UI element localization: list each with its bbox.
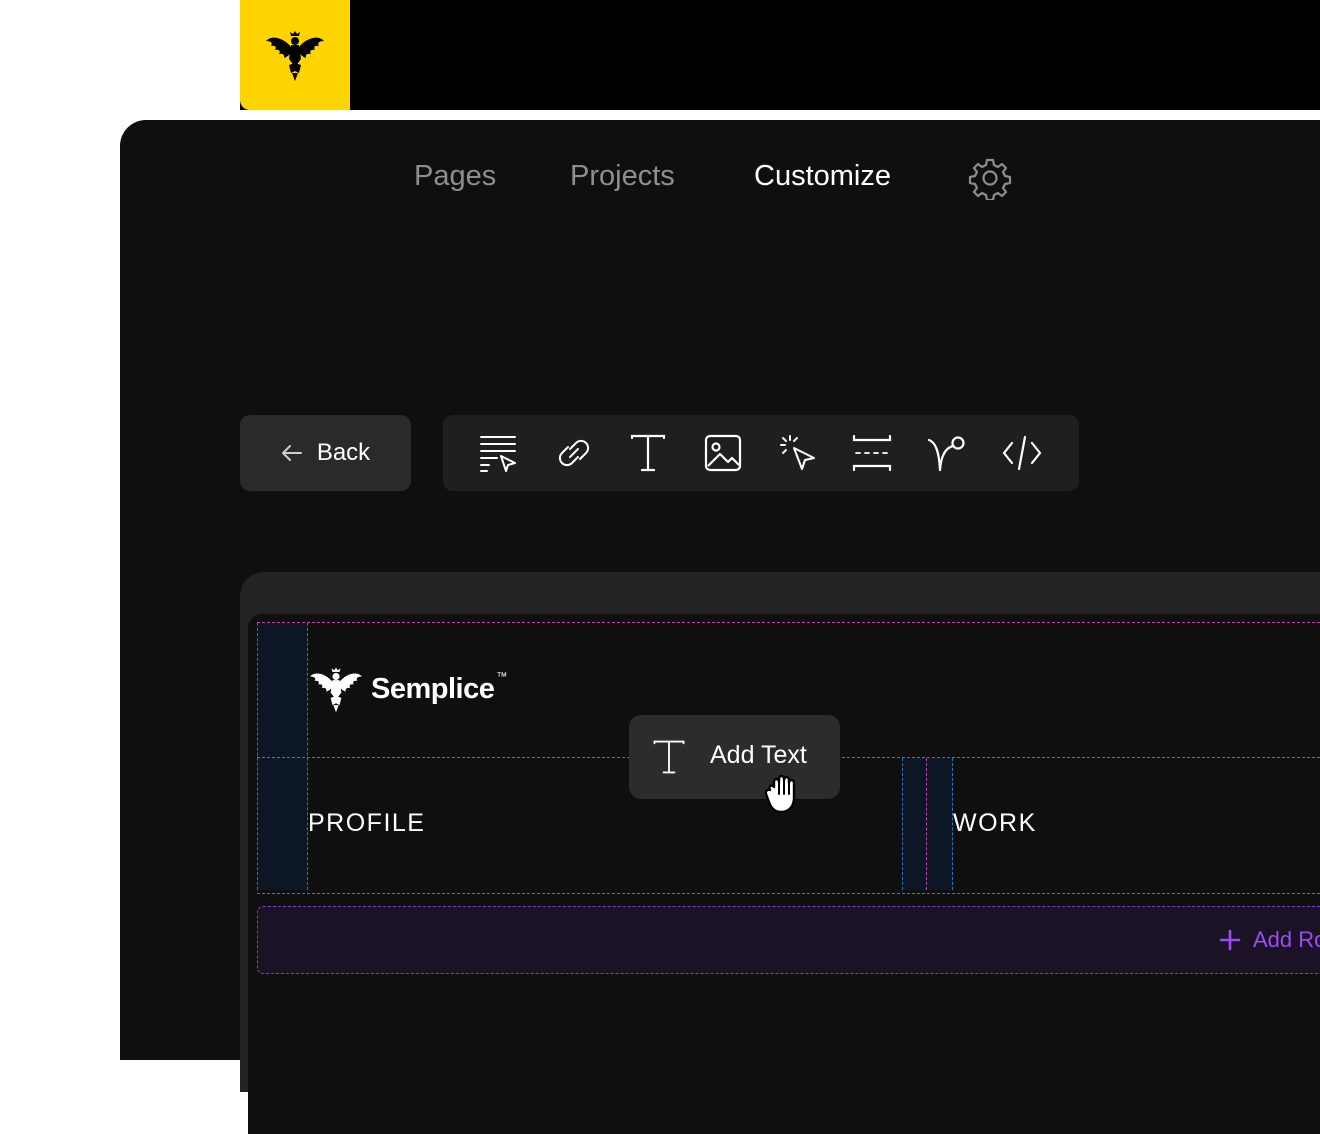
text-icon [653, 740, 685, 774]
add-text-draggable[interactable]: Add Text [629, 715, 840, 799]
menu-item-work[interactable]: WORK [953, 809, 1037, 838]
grab-hand-cursor-icon [764, 774, 796, 814]
back-button[interactable]: Back [240, 415, 411, 491]
text-editor-icon [480, 436, 516, 472]
block-toolbar [443, 415, 1079, 491]
gear-icon [968, 158, 1012, 202]
back-label: Back [316, 439, 371, 466]
tool-code[interactable] [1000, 432, 1044, 474]
arrow-left-icon [281, 445, 302, 461]
add-row-button[interactable]: Add Row [257, 906, 1320, 974]
code-icon [1002, 435, 1042, 471]
tool-branch[interactable] [925, 432, 969, 474]
eagle-logo-icon [310, 667, 362, 713]
link-icon [558, 439, 590, 467]
tool-spacer[interactable] [850, 432, 894, 474]
eagle-logo-icon [266, 31, 324, 81]
cursor-click-icon [780, 435, 815, 470]
brand-name: Semplice [371, 672, 495, 705]
text-icon [630, 434, 666, 472]
settings-button[interactable] [968, 156, 1012, 202]
site-brand[interactable]: Semplice ™ [309, 664, 513, 714]
tool-interaction[interactable] [776, 432, 820, 474]
nav-projects[interactable]: Projects [570, 158, 675, 194]
add-row-label: Add Row [1253, 927, 1320, 952]
image-icon [704, 434, 742, 472]
tool-link[interactable] [552, 432, 596, 474]
add-text-label: Add Text [710, 741, 807, 769]
tool-image[interactable] [701, 432, 745, 474]
menu-item-profile[interactable]: PROFILE [308, 809, 425, 838]
tool-text-editor[interactable] [477, 432, 521, 474]
brand-trademark: ™ [496, 671, 508, 683]
logo-tile[interactable] [240, 0, 350, 110]
branch-icon [927, 436, 965, 472]
nav-pages[interactable]: Pages [414, 158, 496, 194]
top-navigation [240, 0, 1320, 110]
spacer-icon [852, 434, 892, 472]
plus-icon [1219, 929, 1241, 951]
nav-customize[interactable]: Customize [754, 158, 891, 194]
tool-text[interactable] [626, 432, 670, 474]
